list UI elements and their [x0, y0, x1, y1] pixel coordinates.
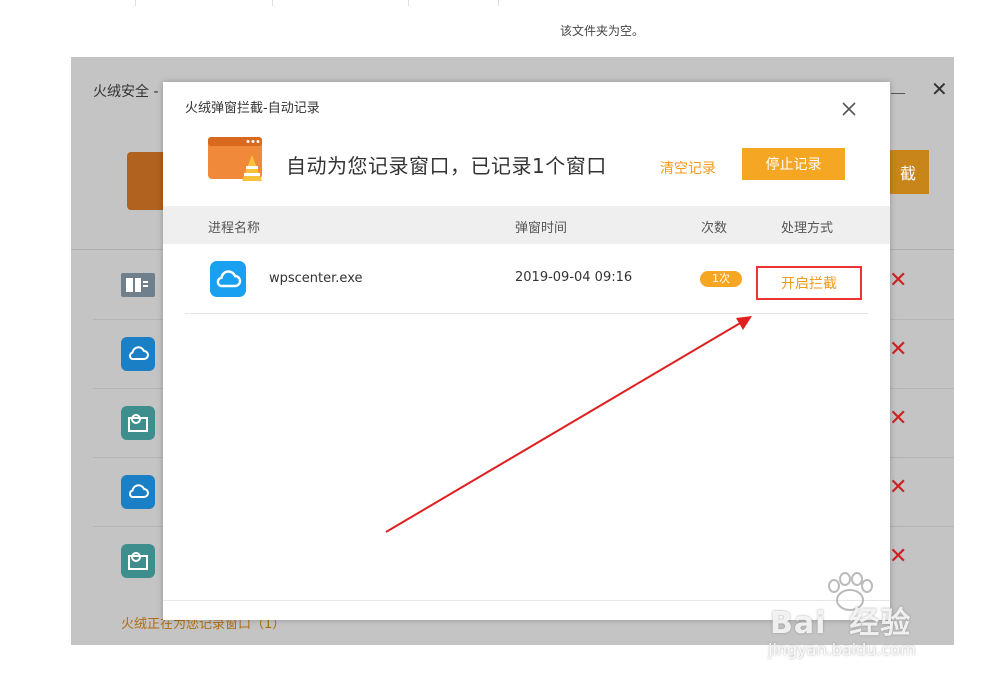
watermark-brand: Bai 经验	[770, 606, 912, 641]
watermark-url: jingyan.baidu.com	[768, 640, 916, 659]
